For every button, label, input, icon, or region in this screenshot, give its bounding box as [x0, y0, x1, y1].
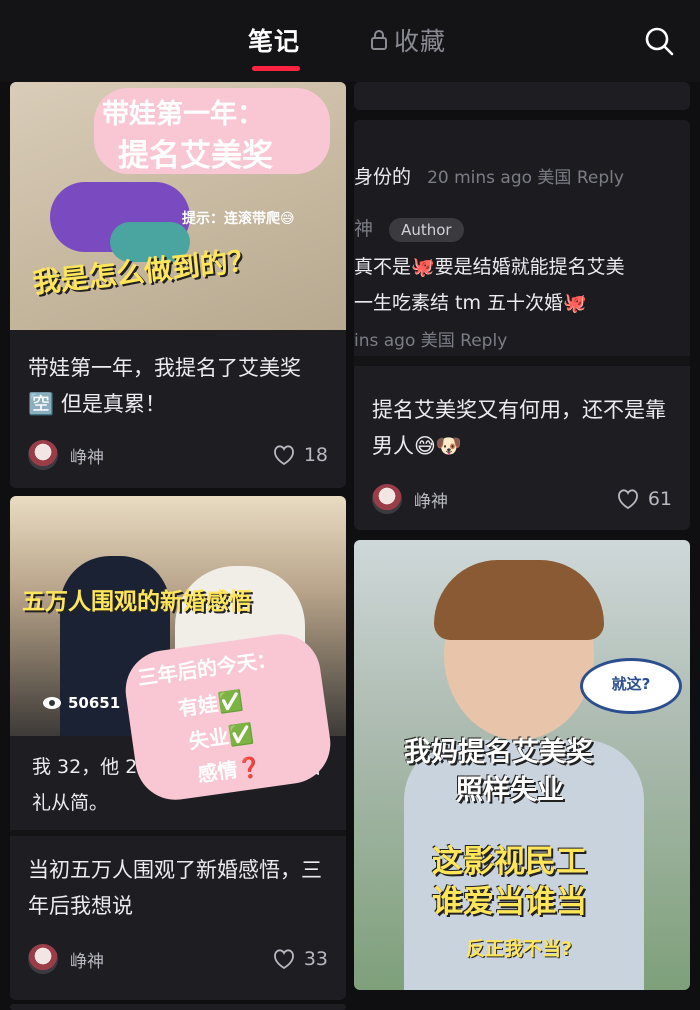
note-card-1[interactable]: 带娃第一年： 提名艾美奖 提示：连滚带爬😅 我是怎么做到的？ 带娃第一年，我提名…	[10, 82, 346, 488]
note-cover-image: 就这? 我妈提名艾美奖 照样失业 这影视民工 谁爱当谁当 反正我不当?	[354, 540, 690, 990]
like-count: 61	[647, 488, 672, 510]
sticker-line-4: 感情❓	[196, 753, 264, 787]
author-name[interactable]: 峥神	[414, 487, 448, 512]
like-button[interactable]: 18	[272, 444, 328, 466]
note-cover-image: 五万人围观的新婚感悟 50651 三年后的今天： 有娃✅ 失业✅ 感情❓	[10, 496, 346, 805]
cover-banner: 五万人围观的新婚感悟	[22, 589, 252, 615]
note-title[interactable]: 当初五万人围观了新婚感悟，三年后我想说	[28, 852, 328, 924]
views-count: 50651	[68, 694, 121, 712]
note-meta: 峥神 33	[28, 942, 328, 976]
like-count: 33	[303, 948, 328, 970]
comment-author-row: 神 Author	[354, 214, 690, 242]
card-divider	[10, 830, 346, 836]
author-avatar[interactable]	[28, 440, 58, 470]
tab-favorites[interactable]: 收藏	[370, 22, 446, 58]
heart-icon	[617, 489, 638, 510]
note-cover-image: 带娃第一年： 提名艾美奖 提示：连滚带爬😅 我是怎么做到的？	[10, 82, 346, 330]
cover-title-line1: 带娃第一年：	[102, 99, 264, 130]
like-button[interactable]: 61	[616, 488, 672, 510]
comment-line-1: 身份的 20 mins ago 美国 Reply	[354, 166, 624, 188]
heart-icon	[273, 949, 294, 970]
author-avatar[interactable]	[28, 944, 58, 974]
search-icon[interactable]	[644, 26, 674, 56]
eye-icon	[43, 697, 61, 709]
like-button[interactable]: 33	[272, 948, 328, 970]
like-count: 18	[303, 444, 328, 466]
note-title[interactable]: 带娃第一年，我提名了艾美奖 🈳 但是真累！	[28, 350, 328, 422]
toddler-hair	[434, 560, 604, 640]
note-title[interactable]: 提名艾美奖又有何用，还不是靠男人😅🐶	[372, 392, 672, 464]
note-card-partial[interactable]	[354, 82, 690, 110]
card-divider	[354, 356, 690, 366]
author-avatar[interactable]	[372, 484, 402, 514]
cover-hint: 提示：连滚带爬😅	[182, 211, 295, 227]
note-card-2[interactable]: 五万人围观的新婚感悟 50651 三年后的今天： 有娃✅ 失业✅ 感情❓ 我 3…	[10, 496, 346, 1000]
lock-icon	[371, 30, 387, 50]
cover-line-1: 我妈提名艾美奖	[404, 737, 593, 768]
cover-line-2: 照样失业	[456, 775, 564, 806]
note-card-3[interactable]: 身份的 20 mins ago 美国 Reply 神 Author 真不是🐙要是…	[354, 120, 690, 530]
cover-title-line2: 提名艾美奖	[118, 138, 273, 174]
tab-notes[interactable]: 笔记	[248, 22, 300, 58]
cover-sticker: 三年后的今天： 有娃✅ 失业✅ 感情❓	[120, 629, 336, 805]
author-name[interactable]: 峥神	[70, 947, 104, 972]
comment-line-2: 真不是🐙要是结婚就能提名艾美	[354, 256, 625, 278]
note-card-partial-bottom-left[interactable]	[10, 1004, 346, 1010]
cover-line-5: 反正我不当?	[466, 938, 573, 960]
sticker-line-2: 有娃✅	[176, 687, 245, 721]
comment-screenshot: 身份的 20 mins ago 美国 Reply 神 Author 真不是🐙要是…	[354, 120, 690, 356]
author-name[interactable]: 峥神	[70, 443, 104, 468]
heart-icon	[273, 445, 294, 466]
caption-line-2: 礼从简。	[32, 792, 109, 814]
cover-line-3: 这影视民工	[432, 844, 587, 880]
author-chip: Author	[389, 218, 464, 242]
speech-bubble-text: 就这?	[611, 675, 651, 693]
speech-bubble: 就这?	[580, 658, 682, 714]
note-card-4[interactable]: 就这? 我妈提名艾美奖 照样失业 这影视民工 谁爱当谁当 反正我不当?	[354, 540, 690, 990]
cover-line-4: 谁爱当谁当	[432, 884, 587, 920]
sticker-line-3: 失业✅	[187, 720, 255, 754]
top-tab-bar: 笔记 收藏	[0, 0, 700, 82]
comment-line-4: ins ago 美国 Reply	[354, 331, 508, 351]
comment-line-3: 一生吃素结 tm 五十次婚🐙	[354, 292, 587, 314]
note-meta: 峥神 61	[372, 482, 672, 516]
tab-favorites-label: 收藏	[394, 27, 447, 56]
note-meta: 峥神 18	[28, 438, 328, 472]
views-badge: 50651	[42, 694, 120, 712]
active-tab-indicator	[252, 66, 300, 71]
